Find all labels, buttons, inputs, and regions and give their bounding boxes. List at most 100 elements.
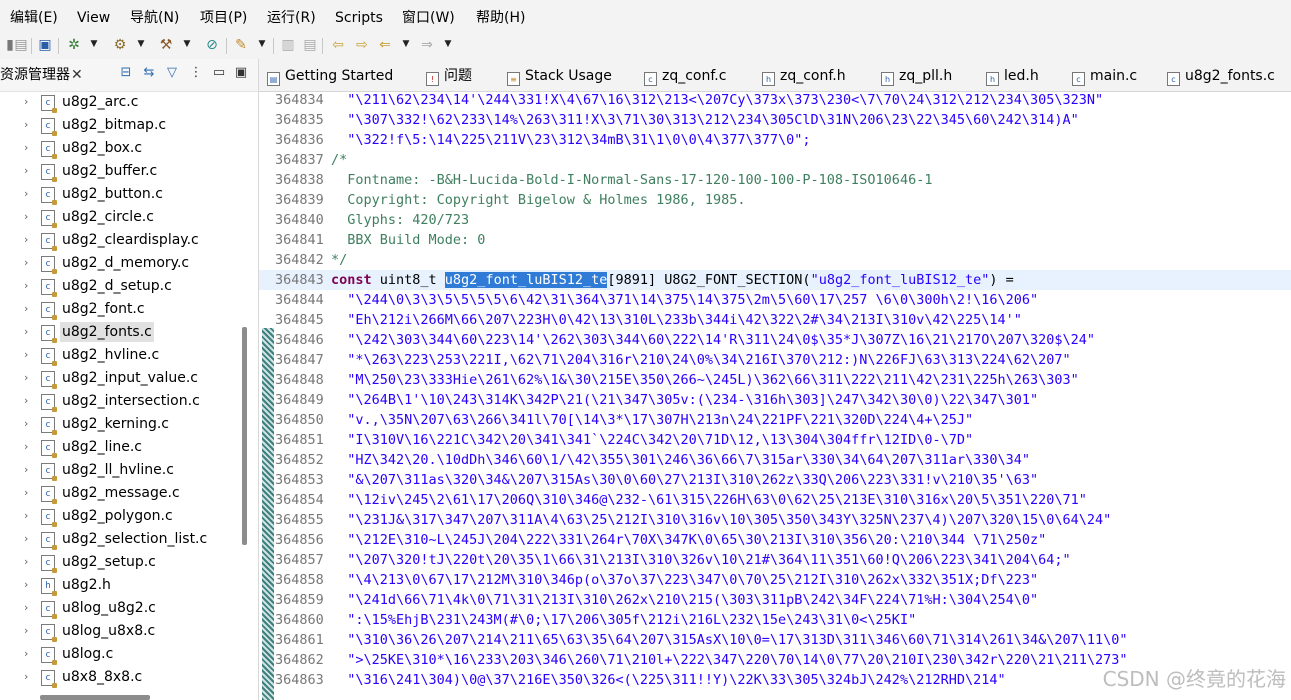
expand-arrow-icon[interactable]: › [24,531,28,547]
tab-u8g2-fonts-c[interactable]: c u8g2_fonts.c [1167,65,1275,89]
tree-item[interactable]: › c u8g2_arc.c [0,91,240,114]
expand-arrow-icon[interactable]: › [24,324,28,340]
tree-item[interactable]: › c u8log_u8x8.c [0,620,240,643]
tree-item[interactable]: › c u8g2_message.c [0,482,240,505]
code-line[interactable]: 364843 const uint8_t u8g2_font_luBIS12_te… [259,270,1291,290]
tree-item[interactable]: › c u8g2_polygon.c [0,505,240,528]
code-line[interactable]: 364835 "\307\332!\62\233\14%\263\311!X\3… [259,110,1291,130]
expand-arrow-icon[interactable]: › [24,347,28,363]
tree-item[interactable]: › c u8g2_kerning.c [0,413,240,436]
link-editor-icon[interactable]: ⇆ [141,65,157,81]
expand-arrow-icon[interactable]: › [24,485,28,501]
tab-zq-conf-c[interactable]: c zq_conf.c [644,65,726,89]
tree-item[interactable]: › c u8g2_circle.c [0,206,240,229]
minimize-icon[interactable]: ▭ [211,65,227,81]
menu-project[interactable]: 项目(P) [200,9,247,27]
explorer-horizontal-scrollbar[interactable] [40,695,150,700]
tab-getting-started[interactable]: ▤ Getting Started [267,65,393,89]
expand-arrow-icon[interactable]: › [24,117,28,133]
code-line[interactable]: 364854 "\12iv\245\2\61\17\206Q\310\346@\… [259,490,1291,510]
back-icon[interactable]: ⇐ [377,37,393,53]
menu-edit[interactable]: 编辑(E) [10,9,58,27]
code-line[interactable]: 364850 "v.,\35N\207\63\266\341l\70[\14\3… [259,410,1291,430]
expand-arrow-icon[interactable]: › [24,623,28,639]
code-line[interactable]: 364853 "&\207\311as\320\34&\207\315As\30… [259,470,1291,490]
code-line[interactable]: 364847 "*\263\223\253\221I,\62\71\204\31… [259,350,1291,370]
menu-run[interactable]: 运行(R) [267,9,316,27]
tree-item[interactable]: › c u8g2_line.c [0,436,240,459]
menu-scripts[interactable]: Scripts [335,9,383,27]
code-line[interactable]: 364838 Fontname: -B&H-Lucida-Bold-I-Norm… [259,170,1291,190]
tab-zq-pll-h[interactable]: h zq_pll.h [881,65,952,89]
code-line[interactable]: 364855 "\231J&\317\347\207\311A\4\63\25\… [259,510,1291,530]
close-icon[interactable]: ✕ [71,66,83,84]
chevron-down-icon[interactable]: ▼ [402,40,410,49]
tree-item[interactable]: › c u8log.c [0,643,240,666]
tree-item[interactable]: › c u8g2_hvline.c [0,344,240,367]
tree-item[interactable]: › c u8g2_d_memory.c [0,252,240,275]
chevron-down-icon[interactable]: ▼ [183,40,191,49]
tree-item[interactable]: › c u8g2_cleardisplay.c [0,229,240,252]
connect-icon[interactable]: ⊘ [204,37,220,53]
tree-item[interactable]: › c u8g2_box.c [0,137,240,160]
tab-stack-usage[interactable]: ≡ Stack Usage [507,65,612,89]
view-menu-icon[interactable]: ⋮ [188,65,204,81]
menu-navigate[interactable]: 导航(N) [130,9,179,27]
code-line[interactable]: 364851 "I\310V\16\221C\342\20\341\341`\2… [259,430,1291,450]
expand-arrow-icon[interactable]: › [24,439,28,455]
code-line[interactable]: 364848 "M\250\23\333Hie\261\62%\1&\30\21… [259,370,1291,390]
tab-problems[interactable]: ! 问题 [426,65,472,89]
tree-item[interactable]: › c u8g2_bitmap.c [0,114,240,137]
code-line[interactable]: 364839 Copyright: Copyright Bigelow & Ho… [259,190,1291,210]
hammer-icon[interactable]: ⚒ [158,37,174,53]
code-line[interactable]: 364859 "\241d\66\71\4k\0\71\31\213I\310\… [259,590,1291,610]
expand-arrow-icon[interactable]: › [24,370,28,386]
code-line[interactable]: 364845 "Eh\212i\266M\66\207\223H\0\42\13… [259,310,1291,330]
annotation-icon[interactable]: ▥ [280,37,296,53]
debug-icon[interactable]: ✲ [66,37,82,53]
expand-arrow-icon[interactable]: › [24,163,28,179]
code-line[interactable]: 364860 ":\15%EhjB\231\243M(#\0;\17\206\3… [259,610,1291,630]
code-line[interactable]: 364836 "\322!f\5:\14\225\211V\23\312\34m… [259,130,1291,150]
expand-arrow-icon[interactable]: › [24,278,28,294]
code-line[interactable]: 364852 "HZ\342\20.\10dDh\346\60\1/\42\35… [259,450,1291,470]
build-config-icon[interactable]: ⚙ [112,37,128,53]
menu-window[interactable]: 窗口(W) [402,9,455,27]
filter-icon[interactable]: ▽ [164,65,180,81]
next-annotation-icon[interactable]: ⇨ [354,37,370,53]
expand-arrow-icon[interactable]: › [24,462,28,478]
show-whitespace-icon[interactable]: ▤ [302,37,318,53]
chevron-down-icon[interactable]: ▼ [258,40,266,49]
tree-item[interactable]: › c u8g2_intersection.c [0,390,240,413]
expand-arrow-icon[interactable]: › [24,669,28,685]
save-all-icon[interactable]: ▤ [13,37,29,53]
expand-arrow-icon[interactable]: › [24,646,28,662]
expand-arrow-icon[interactable]: › [24,186,28,202]
prev-annotation-icon[interactable]: ⇦ [330,37,346,53]
forward-icon[interactable]: ⇒ [419,37,435,53]
explorer-vertical-scrollbar[interactable] [242,327,247,545]
chevron-down-icon[interactable]: ▼ [137,40,145,49]
expand-arrow-icon[interactable]: › [24,554,28,570]
tree-item[interactable]: › c u8g2_fonts.c [0,321,240,344]
tree-item[interactable]: › c u8log_u8g2.c [0,597,240,620]
code-line[interactable]: 364837/* [259,150,1291,170]
code-line[interactable]: 364834 "\211\62\234\14'\244\331!X\4\67\1… [259,90,1291,110]
terminal-icon[interactable]: ▣ [37,37,53,53]
tree-item[interactable]: › c u8g2_button.c [0,183,240,206]
code-editor[interactable]: 364834 "\211\62\234\14'\244\331!X\4\67\1… [259,90,1291,700]
expand-arrow-icon[interactable]: › [24,416,28,432]
tree-item[interactable]: › c u8g2_setup.c [0,551,240,574]
expand-arrow-icon[interactable]: › [24,209,28,225]
menu-help[interactable]: 帮助(H) [476,9,525,27]
code-line[interactable]: 364846 "\242\303\344\60\223\14'\262\303\… [259,330,1291,350]
tab-led-h[interactable]: h led.h [986,65,1039,89]
code-line[interactable]: 364844 "\244\0\3\3\5\5\5\5\6\42\31\364\3… [259,290,1291,310]
chevron-down-icon[interactable]: ▼ [444,40,452,49]
maximize-icon[interactable]: ▣ [233,65,249,81]
menu-view[interactable]: View [77,9,110,27]
tree-item[interactable]: › c u8g2_d_setup.c [0,275,240,298]
expand-arrow-icon[interactable]: › [24,232,28,248]
tab-zq-conf-h[interactable]: h zq_conf.h [762,65,846,89]
expand-arrow-icon[interactable]: › [24,140,28,156]
